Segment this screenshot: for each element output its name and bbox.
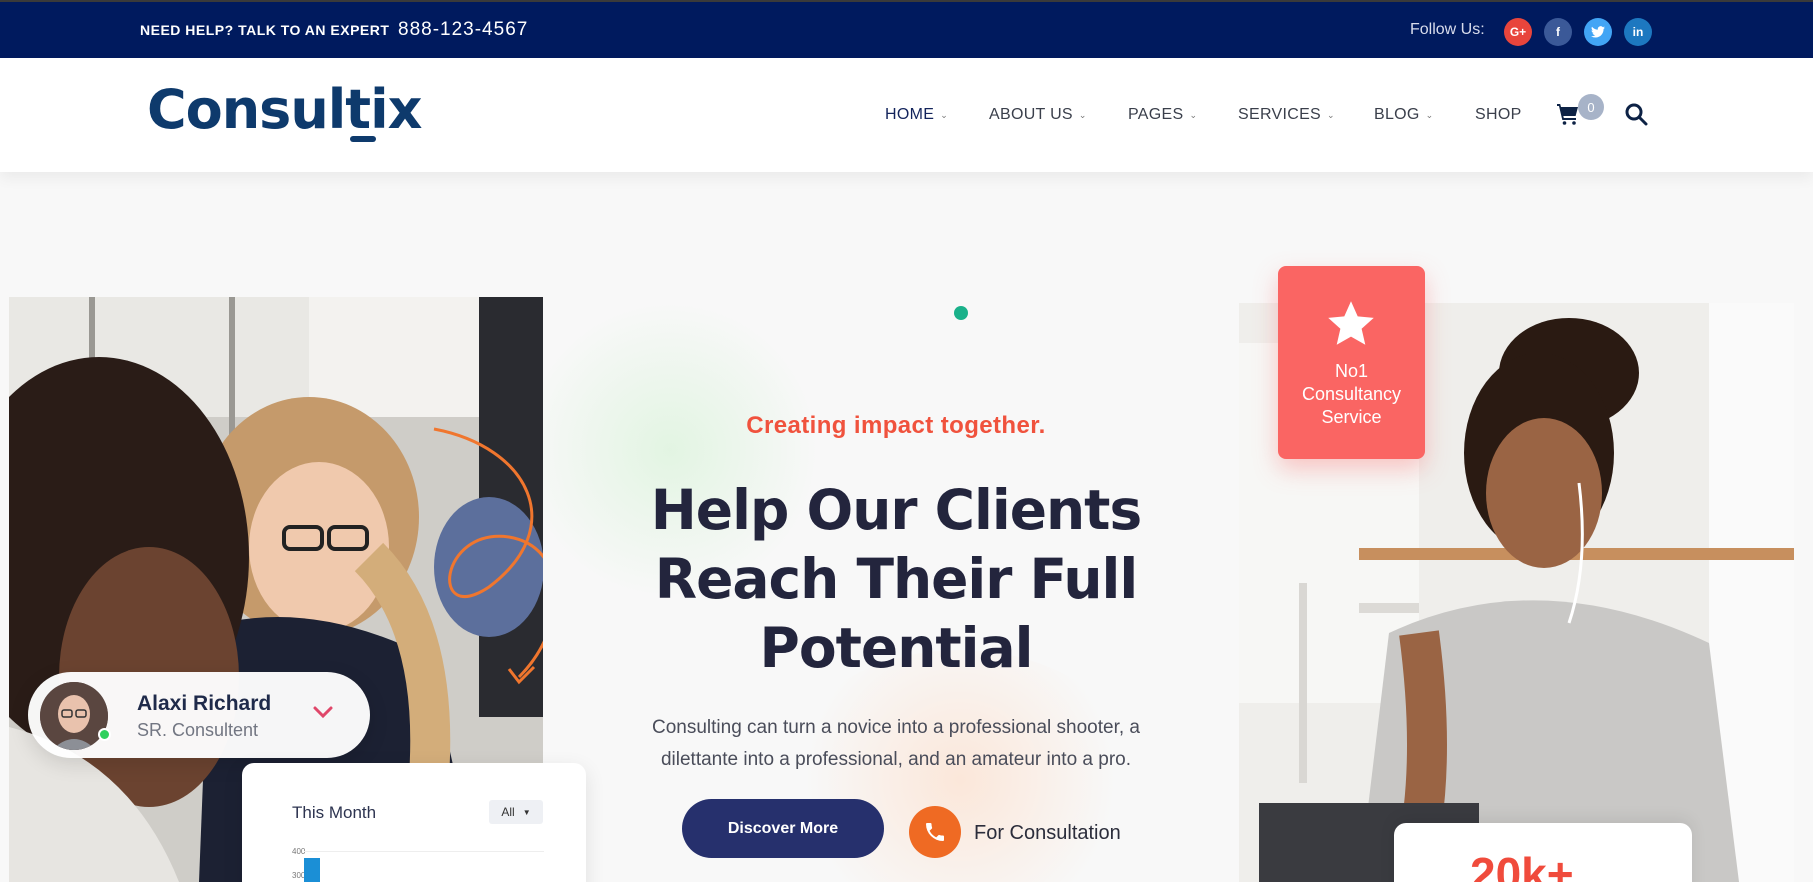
phone-icon[interactable] — [909, 806, 961, 858]
nav-home-label: HOME — [885, 106, 935, 123]
nav-shop-label: SHOP — [1475, 106, 1522, 123]
period-select-value: All — [501, 805, 515, 819]
phone-number[interactable]: 888-123-4567 — [398, 19, 528, 41]
star-icon — [1328, 301, 1374, 345]
logo[interactable]: Consultix — [147, 78, 422, 141]
cart-icon[interactable] — [1556, 102, 1580, 126]
nav-pages[interactable]: PAGES ⌄ — [1128, 106, 1197, 124]
description-line: Consulting can turn a novice into a prof… — [652, 717, 1140, 738]
chart-card-title: This Month — [292, 803, 377, 822]
badge-text: No1 Consultancy Service — [1278, 360, 1425, 429]
nav-blog[interactable]: BLOG ⌄ — [1374, 106, 1434, 124]
caret-down-icon: ▼ — [522, 807, 531, 817]
consultant-card[interactable]: Alaxi Richard SR. Consultent — [28, 672, 370, 758]
chart-bar — [304, 858, 320, 882]
consultant-role: SR. Consultent — [137, 720, 259, 740]
nav-about-label: ABOUT US — [989, 106, 1073, 123]
consultation-link[interactable]: For Consultation — [974, 822, 1121, 845]
consultant-name: Alaxi Richard — [137, 692, 272, 715]
nav-about-us[interactable]: ABOUT US ⌄ — [989, 106, 1087, 124]
online-status-dot — [98, 728, 111, 741]
stat-value: 20k+ — [1470, 848, 1574, 882]
badge-line: Consultancy — [1301, 384, 1402, 404]
help-text: NEED HELP? TALK TO AN EXPERT — [140, 22, 390, 38]
linkedin-icon[interactable]: in — [1624, 18, 1652, 46]
search-icon[interactable] — [1624, 102, 1648, 126]
nav-shop[interactable]: SHOP — [1475, 106, 1522, 124]
stats-chart-card: This Month All ▼ 400 300 — [242, 763, 586, 882]
badge-line: No1 — [1334, 361, 1369, 381]
top-bar: NEED HELP? TALK TO AN EXPERT 888-123-456… — [0, 0, 1813, 58]
nav-blog-label: BLOG — [1374, 106, 1420, 123]
hero-headline: Help Our Clients Reach Their Full Potent… — [590, 476, 1202, 683]
headline-line: Help Our Clients — [650, 478, 1142, 542]
headline-line: Reach Their Full — [654, 547, 1138, 611]
period-select[interactable]: All ▼ — [489, 800, 543, 824]
google-plus-icon[interactable]: G+ — [1504, 18, 1532, 46]
site-header: Consultix HOME ⌄ ABOUT US ⌄ PAGES ⌄ SERVICE… — [0, 58, 1813, 172]
headline-line: Potential — [759, 616, 1034, 680]
no1-service-badge: No1 Consultancy Service — [1278, 266, 1425, 459]
twitter-icon[interactable] — [1584, 18, 1612, 46]
follow-label: Follow Us: — [1410, 21, 1485, 38]
hero-tagline: Creating impact together. — [746, 412, 1046, 439]
avatar — [40, 682, 108, 750]
discover-more-button[interactable]: Discover More — [682, 799, 884, 858]
chevron-down-icon: ⌄ — [1078, 109, 1087, 120]
nav-services-label: SERVICES — [1238, 106, 1322, 123]
chevron-down-icon: ⌄ — [1425, 109, 1434, 120]
facebook-icon[interactable]: f — [1544, 18, 1572, 46]
cart-count-badge: 0 — [1578, 94, 1604, 120]
chevron-down-icon: ⌄ — [1327, 109, 1335, 120]
description-line: dilettante into a professional, and an a… — [660, 749, 1132, 770]
chevron-down-icon: ⌄ — [940, 109, 949, 120]
stat-card: 20k+ — [1394, 823, 1692, 882]
hero-description: Consulting can turn a novice into a prof… — [610, 712, 1182, 776]
nav-pages-label: PAGES — [1128, 106, 1184, 123]
logo-underline — [350, 136, 376, 142]
badge-line: Service — [1321, 407, 1382, 427]
nav-home[interactable]: HOME ⌄ — [885, 106, 948, 124]
chevron-down-icon[interactable] — [312, 704, 334, 720]
decorative-dot — [954, 306, 968, 320]
chevron-down-icon: ⌄ — [1189, 109, 1198, 120]
nav-services[interactable]: SERVICES ⌄ — [1238, 106, 1335, 124]
grid-line — [304, 851, 544, 852]
